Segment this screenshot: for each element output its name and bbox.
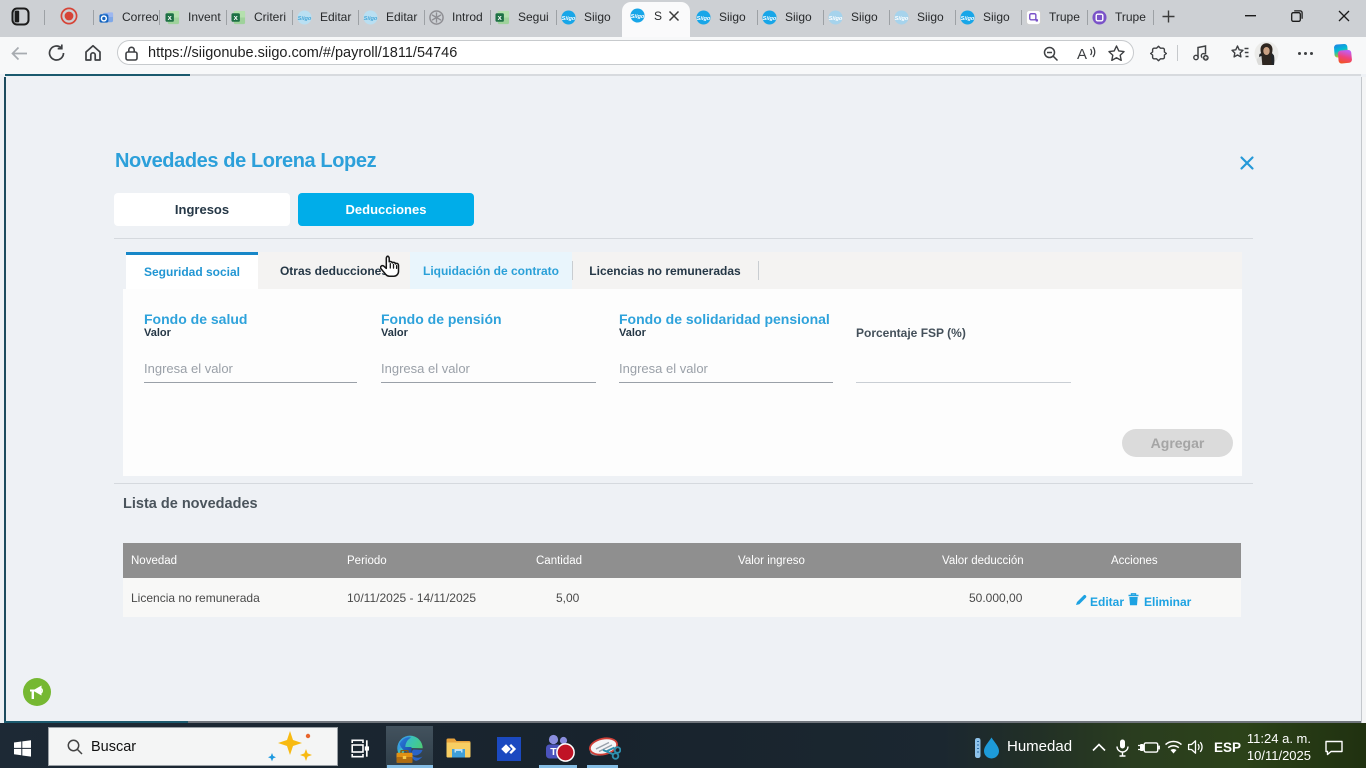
svg-text:Siigo: Siigo <box>829 15 843 21</box>
svg-text:Siigo: Siigo <box>961 15 975 21</box>
svg-text:Siigo: Siigo <box>895 15 909 21</box>
svg-text:Siigo: Siigo <box>298 15 312 21</box>
svg-text:A: A <box>1077 46 1087 62</box>
svg-text:Siigo: Siigo <box>364 15 378 21</box>
svg-text:Siigo: Siigo <box>631 14 645 20</box>
svg-text:Siigo: Siigo <box>763 15 777 21</box>
svg-text:Siigo: Siigo <box>562 15 576 21</box>
svg-text:Siigo: Siigo <box>697 15 711 21</box>
